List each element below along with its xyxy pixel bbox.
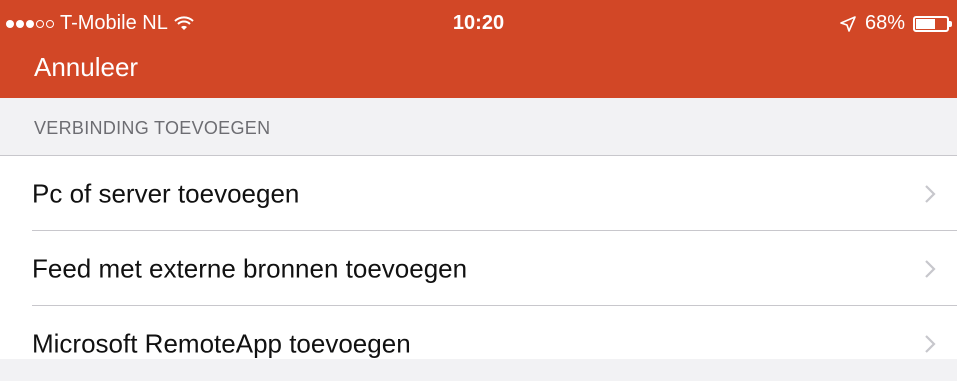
add-pc-or-server-row[interactable]: Pc of server toevoegen xyxy=(0,156,957,231)
app-header: T-Mobile NL 10:20 68% Annuleer xyxy=(0,0,957,98)
status-right: 68% xyxy=(839,12,952,35)
connection-options-list: Pc of server toevoegen Feed met externe … xyxy=(0,155,957,359)
status-bar: T-Mobile NL 10:20 68% xyxy=(0,0,957,46)
section-header: VERBINDING TOEVOEGEN xyxy=(34,118,271,138)
row-label: Pc of server toevoegen xyxy=(32,178,300,208)
row-label: Microsoft RemoteApp toevoegen xyxy=(32,328,411,358)
chevron-right-icon xyxy=(925,334,936,353)
chevron-right-icon xyxy=(925,184,936,203)
status-time: 10:20 xyxy=(452,12,505,34)
add-microsoft-remoteapp-row[interactable]: Microsoft RemoteApp toevoegen xyxy=(0,306,957,381)
location-arrow-icon xyxy=(840,15,856,32)
add-remote-resources-feed-row[interactable]: Feed met externe bronnen toevoegen xyxy=(0,231,957,306)
battery-percentage: 68% xyxy=(864,12,905,34)
battery-icon xyxy=(913,15,952,32)
row-label: Feed met externe bronnen toevoegen xyxy=(32,253,468,283)
cancel-button[interactable]: Annuleer xyxy=(34,52,138,83)
chevron-right-icon xyxy=(925,259,936,278)
